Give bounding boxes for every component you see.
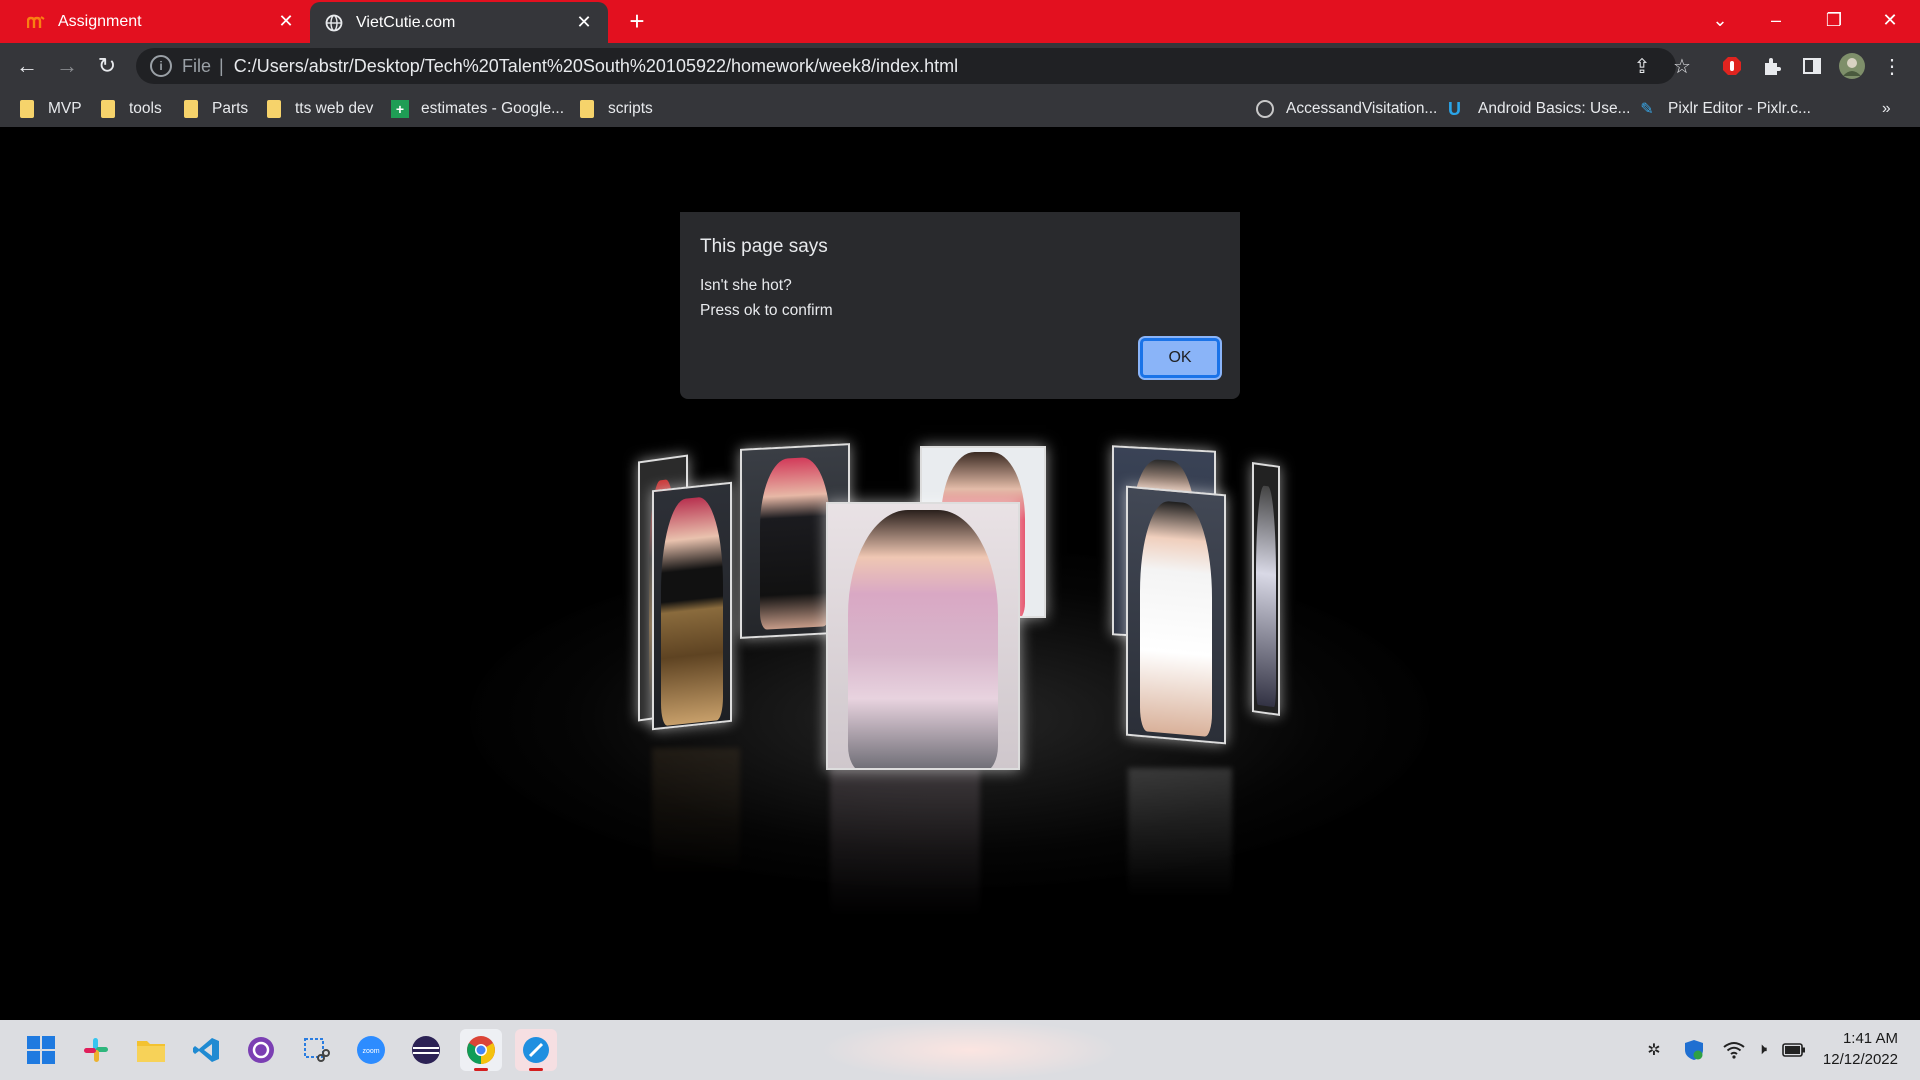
tab-vietcutie[interactable]: VietCutie.com ✕ — [310, 2, 608, 43]
bookmark-access-visitation[interactable]: AccessandVisitation... — [1256, 96, 1437, 122]
bookmark-tts-web-dev[interactable]: tts web dev — [267, 96, 373, 122]
share-icon[interactable]: ⇪ — [1625, 49, 1659, 83]
restore-icon[interactable]: ❐ — [1806, 0, 1862, 40]
close-icon[interactable]: ✕ — [574, 12, 594, 33]
wifi-icon[interactable] — [1722, 1038, 1746, 1062]
start-icon[interactable] — [20, 1029, 62, 1071]
alert-dialog: This page says Isn't she hot? Press ok t… — [680, 212, 1240, 399]
snipping-tool-icon[interactable] — [295, 1029, 337, 1071]
slack-icon[interactable] — [75, 1029, 117, 1071]
carousel-photo[interactable] — [1252, 462, 1280, 716]
app-icon[interactable] — [515, 1029, 557, 1071]
chrome-icon[interactable] — [460, 1029, 502, 1071]
clock-time: 1:41 AM — [1842, 1030, 1898, 1047]
bookmark-parts[interactable]: Parts — [184, 96, 248, 122]
bookmark-label: MVP — [48, 100, 82, 117]
zoom-icon[interactable]: zoom — [350, 1029, 392, 1071]
tab-search-icon[interactable]: ⌄ — [1692, 0, 1748, 40]
bookmark-label: Android Basics: Use... — [1478, 100, 1631, 117]
volume-icon[interactable]: 🕨 — [1750, 1038, 1774, 1062]
folder-icon — [580, 100, 594, 118]
running-indicator — [529, 1068, 543, 1071]
url-scheme: File — [182, 55, 212, 76]
info-icon[interactable]: i — [150, 55, 172, 77]
bookmarks-overflow-button[interactable]: » — [1882, 96, 1891, 122]
network-drive-icon[interactable]: ✲ — [1642, 1038, 1666, 1062]
side-panel-icon[interactable] — [1795, 49, 1829, 83]
tab-strip: Assignment ✕ VietCutie.com ✕ + ⌄ – ❐ ✕ — [0, 0, 1920, 43]
udacity-icon: U — [1448, 98, 1461, 119]
dialog-message-line: Isn't she hot? — [700, 277, 792, 294]
address-bar[interactable]: i File | C:/Users/abstr/Desktop/Tech%20T… — [136, 48, 1676, 84]
extensions-icon[interactable] — [1755, 49, 1789, 83]
carousel-photo[interactable] — [652, 481, 732, 731]
globe-icon — [324, 13, 344, 33]
tab-assignment[interactable]: Assignment ✕ — [12, 0, 310, 43]
bookmark-estimates[interactable]: + estimates - Google... — [391, 96, 564, 122]
new-tab-button[interactable]: + — [622, 6, 652, 36]
dialog-message-line: Press ok to confirm — [700, 302, 833, 319]
bookmark-label: tools — [129, 100, 162, 117]
clock-date: 12/12/2022 — [1822, 1051, 1898, 1068]
bookmark-pixlr[interactable]: ✎ Pixlr Editor - Pixlr.c... — [1638, 96, 1811, 122]
tab-title: Assignment — [58, 12, 142, 30]
browser-toolbar: ← → ↻ i File | C:/Users/abstr/Desktop/Te… — [0, 43, 1920, 88]
minimize-icon[interactable]: – — [1748, 0, 1804, 40]
carousel-photo[interactable] — [1126, 485, 1226, 745]
photo-reflection — [1128, 768, 1232, 898]
svg-text:zoom: zoom — [362, 1048, 379, 1055]
bookmark-label: Parts — [212, 100, 249, 117]
bookmark-android-basics[interactable]: U Android Basics: Use... — [1448, 96, 1630, 122]
file-explorer-icon[interactable] — [130, 1029, 172, 1071]
reload-icon[interactable]: ↻ — [90, 49, 124, 83]
profile-avatar-icon[interactable] — [1835, 49, 1869, 83]
github-desktop-icon[interactable] — [240, 1029, 282, 1071]
pixlr-icon: ✎ — [1640, 101, 1654, 118]
photo-reflection — [830, 768, 980, 918]
bookmark-label: estimates - Google... — [421, 100, 565, 117]
sheets-icon: + — [391, 100, 409, 118]
bookmark-label: tts web dev — [295, 100, 374, 117]
bookmark-scripts[interactable]: scripts — [580, 96, 653, 122]
carousel-photo-front[interactable] — [826, 502, 1020, 770]
vscode-icon[interactable] — [185, 1029, 227, 1071]
ok-button[interactable]: OK — [1140, 338, 1220, 378]
bookmark-label: scripts — [608, 100, 653, 117]
page-content: This page says Isn't she hot? Press ok t… — [0, 128, 1920, 1020]
bookmark-label: AccessandVisitation... — [1286, 100, 1438, 117]
bookmark-tools[interactable]: tools — [101, 96, 162, 122]
folder-icon — [184, 100, 198, 118]
dialog-message: Isn't she hot? Press ok to confirm — [700, 273, 833, 323]
system-clock[interactable]: 1:41 AM 12/12/2022 — [1818, 1028, 1898, 1070]
forward-icon[interactable]: → — [50, 49, 84, 83]
bookmark-star-icon[interactable]: ☆ — [1665, 49, 1699, 83]
adblock-icon[interactable] — [1715, 49, 1749, 83]
folder-icon — [101, 100, 115, 118]
battery-icon[interactable] — [1782, 1038, 1806, 1062]
folder-icon — [20, 100, 34, 118]
window-close-icon[interactable]: ✕ — [1862, 0, 1918, 40]
taskbar-highlight — [820, 1020, 1120, 1080]
dialog-title: This page says — [700, 236, 828, 257]
tab-title: VietCutie.com — [356, 13, 456, 31]
moodle-icon — [26, 12, 46, 32]
bookmarks-bar: MVP tools Parts tts web dev + estimates -… — [0, 88, 1920, 128]
back-icon[interactable]: ← — [10, 49, 44, 83]
taskbar: zoom ✲ 🕨 1:41 AM 12/12/2022 — [0, 1020, 1920, 1080]
bookmark-mvp[interactable]: MVP — [20, 96, 82, 122]
eclipse-icon[interactable] — [405, 1029, 447, 1071]
url-text[interactable]: C:/Users/abstr/Desktop/Tech%20Talent%20S… — [234, 56, 958, 77]
photo-reflection — [652, 748, 740, 878]
bookmark-label: Pixlr Editor - Pixlr.c... — [1668, 100, 1811, 117]
close-icon[interactable]: ✕ — [276, 11, 296, 32]
security-shield-icon[interactable] — [1682, 1038, 1706, 1062]
folder-icon — [267, 100, 281, 118]
globe-icon — [1256, 100, 1274, 118]
url-separator: | — [219, 55, 224, 76]
menu-icon[interactable]: ⋮ — [1875, 49, 1909, 83]
running-indicator — [474, 1068, 488, 1071]
